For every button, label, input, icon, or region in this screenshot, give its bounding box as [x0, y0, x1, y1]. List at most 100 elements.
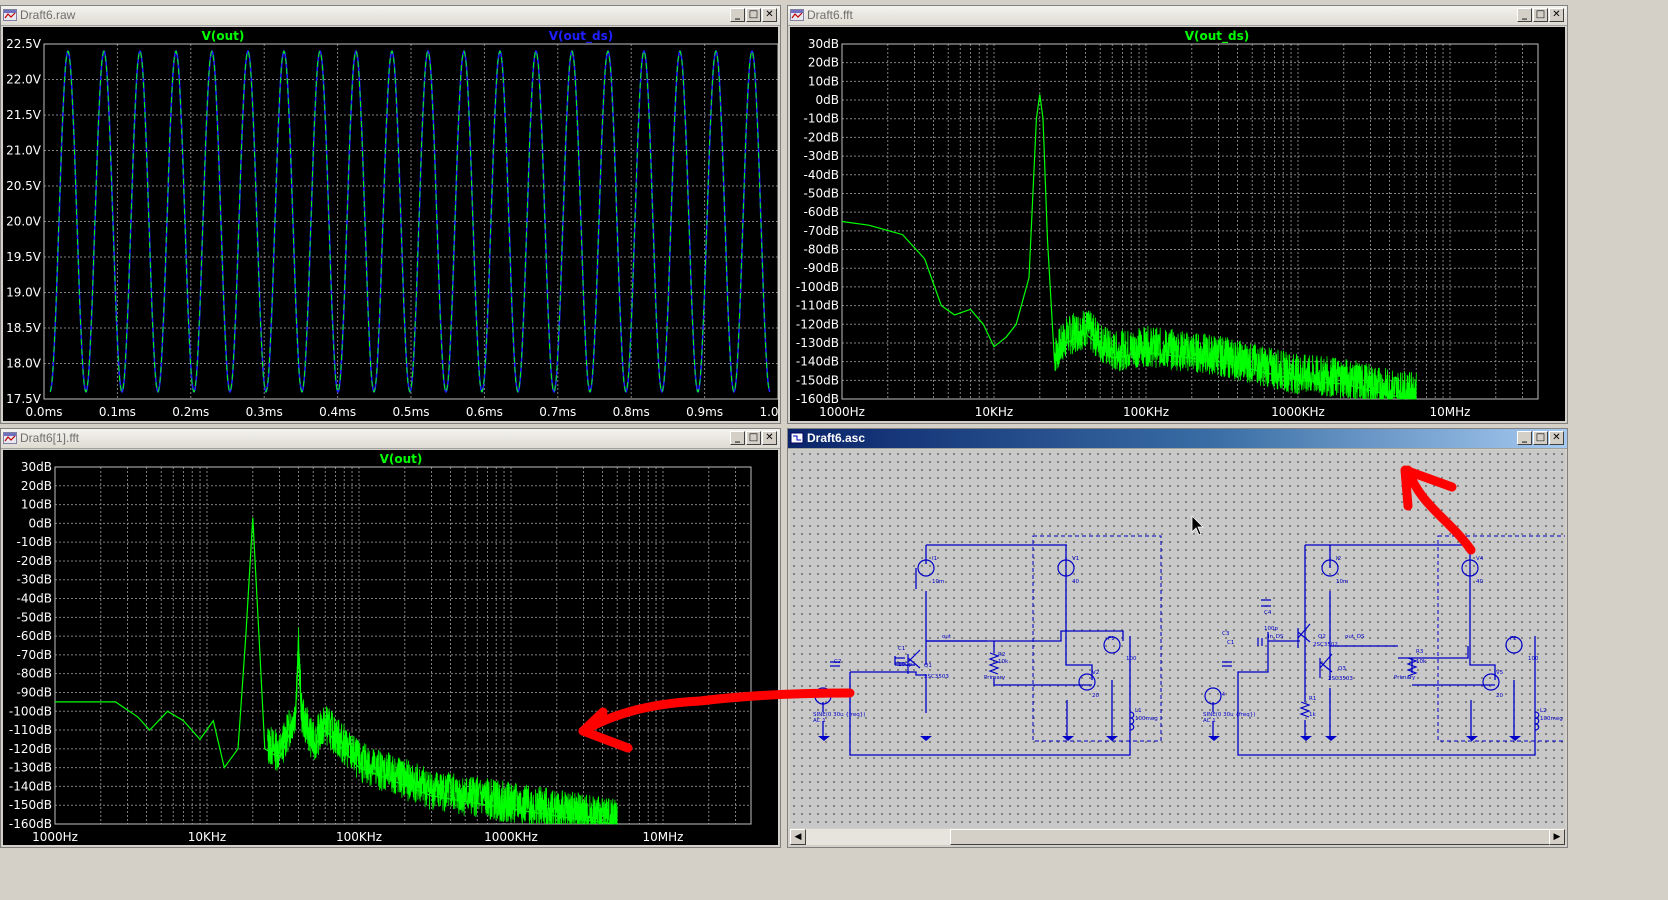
maximize-button[interactable]: □: [746, 431, 761, 445]
label-i4-ac: AC 1: [1203, 718, 1216, 724]
net-label-out: out: [942, 634, 952, 640]
schematic-titlebar[interactable]: Draft6.asc _ □ ✕: [788, 429, 1567, 449]
label-primary-right: Primary: [1394, 675, 1416, 681]
label-l1-value: 100meg: [1135, 716, 1158, 722]
fft-window[interactable]: Draft6.fft _ □ ✕ 30dB 20dB 10dB 0dB -10dB -20…: [787, 5, 1568, 424]
x-tick-label: 10MHz: [1430, 405, 1471, 419]
label-l1-name: L1: [1135, 708, 1142, 714]
y-tick-label: 20.0V: [6, 215, 42, 229]
label-r3-name: R3: [1416, 649, 1424, 655]
label-i2r-name: I2: [1336, 556, 1341, 562]
label-f1-name: F1: [1108, 636, 1115, 642]
voltage-source-v5[interactable]: [1482, 673, 1500, 691]
maximize-button[interactable]: □: [1533, 431, 1548, 445]
label-q3-name: Q3: [1338, 666, 1346, 672]
fft1-plot-area[interactable]: 30dB 20dB 10dB 0dB -10dB -20dB -30dB -40dB -50dB…: [3, 450, 778, 845]
label-i2r-value: 10m: [1336, 579, 1348, 585]
x-tick-label: 0.7ms: [539, 405, 576, 419]
horizontal-scrollbar[interactable]: ◀ ▶: [790, 829, 1565, 845]
y-tick-label: 21.5V: [6, 108, 42, 122]
x-tick-label: 100KHz: [1123, 405, 1169, 419]
y-tick-label: 19.5V: [6, 250, 42, 264]
ground-symbols: [818, 736, 1521, 741]
y-tick-label: 21.0V: [6, 144, 42, 158]
raw-waveform-chart[interactable]: 22.5V 22.0V 21.5V 21.0V 20.5V 20.0V 19.5V 19.0V…: [3, 27, 778, 421]
schematic-drawing[interactable]: I1 10m V1 40 C1 100p Q1 2SC3503 I2 SINE(…: [790, 450, 1565, 828]
y-tick-label: -140dB: [796, 355, 839, 369]
fft-titlebar[interactable]: Draft6.fft _ □ ✕: [788, 6, 1567, 26]
plot-window-icon: [3, 431, 17, 445]
minimize-button[interactable]: _: [1517, 8, 1532, 22]
label-r3-value: 10k: [1416, 659, 1427, 665]
y-tick-label: -20dB: [804, 130, 839, 144]
y-tick-label: -160dB: [796, 392, 839, 406]
x-tick-label: 0.6ms: [466, 405, 503, 419]
label-v4-name: V4: [1476, 556, 1484, 562]
fft1-spectrum-chart[interactable]: 30dB 20dB 10dB 0dB -10dB -20dB -30dB -40dB -50dB…: [3, 450, 778, 845]
label-r1-value: 1k: [1309, 712, 1316, 718]
raw-window[interactable]: Draft6.raw _ □ ✕ 22.5V 22.0V 21.5V 21.0V 20.…: [0, 5, 781, 424]
y-tick-label: 30dB: [808, 37, 839, 51]
schematic-canvas[interactable]: I1 10m V1 40 C1 100p Q1 2SC3503 I2 SINE(…: [790, 450, 1565, 828]
y-tick-label: -150dB: [796, 373, 839, 387]
label-v1-name: V1: [1072, 556, 1079, 562]
y-tick-label: -50dB: [804, 186, 839, 200]
voltage-source-v2[interactable]: [1078, 673, 1096, 691]
y-tick-label: 0dB: [29, 516, 52, 530]
y-tick-label: -90dB: [17, 685, 52, 699]
label-i4-name: I4: [1220, 692, 1226, 698]
label-v2-name: V2: [1092, 670, 1099, 676]
minimize-button[interactable]: _: [730, 8, 745, 22]
label-i1-value: 10m: [932, 579, 944, 585]
label-v4-value: 40: [1476, 579, 1483, 585]
minimize-button[interactable]: _: [730, 431, 745, 445]
maximize-button[interactable]: □: [1533, 8, 1548, 22]
label-q1-model: 2SC3503: [924, 674, 949, 680]
close-button[interactable]: ✕: [762, 431, 777, 445]
close-button[interactable]: ✕: [762, 8, 777, 22]
x-tick-label: 1000KHz: [484, 830, 538, 844]
net-label-out-ds: out_DS: [1345, 634, 1365, 640]
scroll-thumb[interactable]: [950, 829, 1560, 845]
y-tick-label: -20dB: [17, 554, 52, 568]
net-label-in-ds: in_DS: [1268, 634, 1284, 640]
close-button[interactable]: ✕: [1549, 8, 1564, 22]
y-tick-label: 10dB: [808, 74, 839, 88]
trace-spectrum-noise: [267, 627, 618, 825]
x-tick-label: 0.1ms: [99, 405, 136, 419]
y-tick-label: -60dB: [804, 205, 839, 219]
label-f2-value: 100: [1528, 656, 1539, 662]
signal-source-i2[interactable]: [814, 687, 832, 705]
maximize-button[interactable]: □: [746, 8, 761, 22]
fft1-titlebar[interactable]: Draft6[1].fft _ □ ✕: [1, 429, 780, 449]
raw-plot-area[interactable]: 22.5V 22.0V 21.5V 21.0V 20.5V 20.0V 19.5V 19.0V…: [3, 27, 778, 421]
label-v5-value: 20: [1496, 693, 1503, 699]
label-r2-value: 10k: [998, 659, 1009, 665]
series-label: V(out): [380, 452, 423, 466]
y-tick-label: -110dB: [9, 723, 52, 737]
close-button[interactable]: ✕: [1549, 431, 1564, 445]
series-label-vout: V(out): [202, 29, 245, 43]
label-c1-name: C1: [898, 646, 905, 652]
mouse-cursor-icon: [1191, 515, 1204, 536]
fft1-window[interactable]: Draft6[1].fft _ □ ✕ 30dB 20dB 10dB 0dB -10dB…: [0, 428, 781, 848]
label-v5-name: V5: [1496, 670, 1504, 676]
signal-source-i4[interactable]: [1204, 687, 1222, 705]
fft-spectrum-chart[interactable]: 30dB 20dB 10dB 0dB -10dB -20dB -30dB -40dB -50dB…: [790, 27, 1565, 421]
y-tick-label: -100dB: [796, 280, 839, 294]
y-tick-label: 17.5V: [6, 392, 42, 406]
minimize-button[interactable]: _: [1517, 431, 1532, 445]
label-i1-name: I1: [932, 556, 937, 562]
raw-titlebar[interactable]: Draft6.raw _ □ ✕: [1, 6, 780, 26]
scroll-left-button[interactable]: ◀: [790, 829, 806, 845]
schematic-window[interactable]: Draft6.asc _ □ ✕ I1 10m V1 40 C1 100p Q1…: [787, 428, 1568, 848]
scroll-right-button[interactable]: ▶: [1549, 829, 1565, 845]
y-tick-label: 20dB: [808, 56, 839, 70]
y-tick-label: 18.5V: [6, 321, 42, 335]
fft-plot-area[interactable]: 30dB 20dB 10dB 0dB -10dB -20dB -30dB -40dB -50dB…: [790, 27, 1565, 421]
x-tick-label: 10MHz: [643, 830, 684, 844]
y-tick-label: -80dB: [804, 243, 839, 257]
label-c2: C2: [834, 659, 841, 665]
x-tick-label: 0.2ms: [172, 405, 209, 419]
x-tick-label: 0.3ms: [246, 405, 283, 419]
